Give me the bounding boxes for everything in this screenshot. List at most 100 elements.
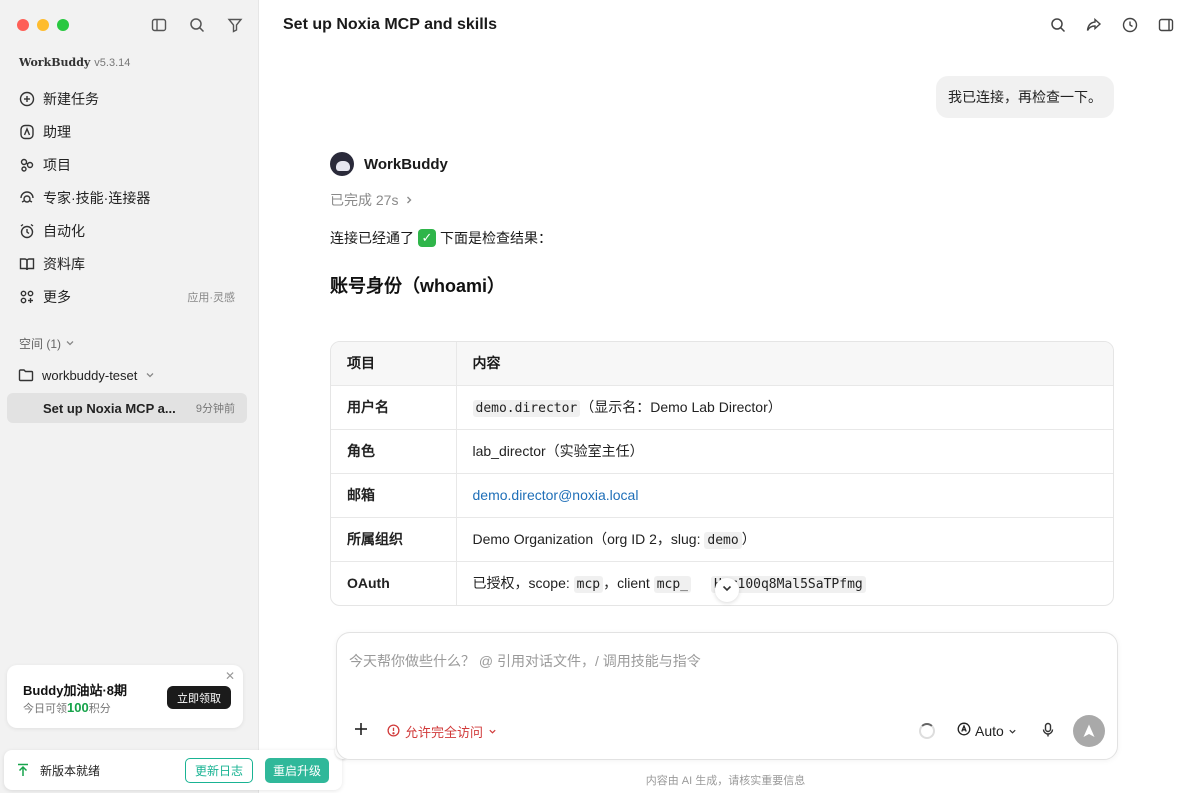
sidebar-item-label: 新建任务 bbox=[43, 90, 99, 107]
sidebar-item-label: 资料库 bbox=[43, 255, 85, 272]
message-input[interactable]: 今天帮你做些什么？ @ 引用对话文件，/ 调用技能与指令 bbox=[349, 651, 701, 671]
model-selector[interactable]: Auto bbox=[957, 722, 1017, 739]
table-row: 用户名 demo.director （显示名：Demo Lab Director） bbox=[331, 385, 1113, 430]
app-name: WorkBuddy bbox=[19, 56, 91, 69]
row-key: 邮箱 bbox=[331, 473, 457, 518]
chevron-down-icon bbox=[145, 370, 155, 380]
share-icon[interactable] bbox=[1085, 16, 1103, 34]
search-icon[interactable] bbox=[188, 16, 206, 34]
assistant-icon bbox=[18, 123, 36, 141]
promo-title: Buddy加油站·8期 bbox=[23, 683, 128, 698]
table-header-row: 项目 内容 bbox=[331, 342, 1113, 386]
claim-button[interactable]: 立即领取 bbox=[167, 686, 231, 709]
workspace-name: workbuddy-teset bbox=[42, 367, 138, 383]
promo-card: Buddy加油站·8期 今日可领100积分 立即领取 ✕ bbox=[7, 665, 243, 728]
session-item-active[interactable]: Set up Noxia MCP a... 9分钟前 bbox=[7, 393, 247, 423]
email-link[interactable]: demo.director@noxia.local bbox=[473, 487, 639, 503]
sidebar-item-library[interactable]: 资料库 bbox=[10, 247, 249, 280]
promo-points: 100 bbox=[67, 700, 89, 715]
table-row: 角色 lab_director（实验室主任） bbox=[331, 429, 1113, 474]
workspace-item[interactable]: workbuddy-teset bbox=[10, 364, 249, 386]
session-time: 9分钟前 bbox=[195, 403, 235, 415]
check-mark-icon: ✓ bbox=[418, 229, 436, 247]
app-version: WorkBuddy v5.3.14 bbox=[19, 56, 130, 69]
column-header: 项目 bbox=[331, 342, 457, 386]
sidebar-item-automation[interactable]: 自动化 bbox=[10, 214, 249, 247]
status-text: 已完成 27s bbox=[330, 192, 399, 208]
folder-icon bbox=[18, 367, 34, 383]
sidebar-item-label: 项目 bbox=[43, 156, 71, 173]
filter-icon[interactable] bbox=[226, 16, 244, 34]
toggle-panel-icon[interactable] bbox=[1157, 16, 1175, 34]
sidebar-item-label: 助理 bbox=[43, 123, 71, 140]
close-icon[interactable]: ✕ bbox=[225, 669, 235, 683]
search-icon[interactable] bbox=[1049, 16, 1067, 34]
message-composer: 今天帮你做些什么？ @ 引用对话文件，/ 调用技能与指令 允许完全访问 Auto bbox=[336, 632, 1118, 760]
assistant-name: WorkBuddy bbox=[364, 155, 448, 173]
chevron-right-icon bbox=[404, 192, 414, 208]
completion-status[interactable]: 已完成 27s bbox=[330, 190, 414, 210]
sidebar-item-assistant[interactable]: 助理 bbox=[10, 115, 249, 148]
access-mode-label: 允许完全访问 bbox=[405, 725, 484, 740]
plus-circle-icon bbox=[18, 90, 36, 108]
update-text: 新版本就绪 bbox=[40, 763, 101, 778]
row-value: 已授权，scope: mcp ，client mcp_ Hsr100q8Mal5Sa… bbox=[456, 561, 1113, 605]
more-grid-icon bbox=[18, 288, 36, 306]
ai-disclaimer: 内容由 AI 生成，请核实重要信息 bbox=[645, 775, 806, 787]
space-header[interactable]: 空间 (1) bbox=[19, 335, 75, 352]
send-button[interactable] bbox=[1073, 715, 1105, 747]
row-value: demo.director@noxia.local bbox=[456, 473, 1113, 518]
add-attachment-icon[interactable] bbox=[353, 721, 369, 737]
changelog-button[interactable]: 更新日志 bbox=[185, 758, 254, 783]
whoami-table: 项目 内容 用户名 demo.director （显示名：Demo Lab Dir… bbox=[330, 341, 1114, 606]
minimize-window-button[interactable] bbox=[37, 19, 49, 31]
access-mode-dropdown[interactable]: 允许完全访问 bbox=[387, 722, 497, 741]
top-toolbar bbox=[1049, 16, 1175, 34]
row-key: 所属组织 bbox=[331, 517, 457, 562]
column-header: 内容 bbox=[456, 342, 1113, 386]
sidebar-item-label: 更多 bbox=[43, 288, 71, 305]
row-value: Demo Organization（org ID 2，slug: demo） bbox=[456, 517, 1113, 562]
row-key: 角色 bbox=[331, 429, 457, 474]
table-row: 所属组织 Demo Organization（org ID 2，slug: de… bbox=[331, 517, 1113, 562]
section-title: 账号身份（whoami） bbox=[330, 276, 506, 296]
sidebar-item-sub: 应用·灵感 bbox=[187, 291, 235, 304]
row-key: OAuth bbox=[331, 561, 457, 605]
assistant-intro: 连接已经通了 ✓ 下面是检查结果： bbox=[330, 229, 552, 247]
book-icon bbox=[18, 255, 36, 273]
chevron-down-icon bbox=[65, 337, 75, 351]
toggle-sidebar-icon[interactable] bbox=[150, 16, 168, 34]
history-clock-icon[interactable] bbox=[1121, 16, 1139, 34]
sidebar-toolbar bbox=[150, 16, 244, 34]
microphone-icon[interactable] bbox=[1041, 722, 1055, 738]
zoom-window-button[interactable] bbox=[57, 19, 69, 31]
experts-icon bbox=[18, 189, 36, 207]
sidebar-item-experts[interactable]: 专家·技能·连接器 bbox=[10, 181, 249, 214]
alarm-clock-icon bbox=[18, 222, 36, 240]
sidebar-item-label: 自动化 bbox=[43, 222, 85, 239]
avatar bbox=[330, 152, 354, 176]
table-row: 邮箱 demo.director@noxia.local bbox=[331, 473, 1113, 518]
assistant-header: WorkBuddy bbox=[330, 152, 448, 176]
sidebar-item-new-task[interactable]: 新建任务 bbox=[10, 82, 249, 115]
close-window-button[interactable] bbox=[17, 19, 29, 31]
scroll-down-button[interactable] bbox=[715, 578, 739, 602]
model-label: Auto bbox=[975, 722, 1004, 739]
row-value: demo.director （显示名：Demo Lab Director） bbox=[456, 385, 1113, 430]
promo-subtitle: 今日可领100积分 bbox=[23, 700, 111, 715]
space-label: 空间 (1) bbox=[19, 337, 62, 351]
chevron-down-icon bbox=[1008, 723, 1017, 739]
session-title: Set up Noxia MCP a... bbox=[43, 400, 176, 416]
upgrade-arrow-icon bbox=[16, 763, 30, 777]
chevron-down-icon bbox=[721, 581, 733, 599]
sidebar-item-more[interactable]: 更多 应用·灵感 bbox=[10, 280, 249, 313]
chevron-down-icon bbox=[488, 724, 497, 739]
row-value: lab_director（实验室主任） bbox=[456, 429, 1113, 474]
top-bar: Set up Noxia MCP and skills bbox=[260, 0, 1191, 50]
sidebar-item-label: 专家·技能·连接器 bbox=[43, 189, 151, 206]
alert-icon bbox=[387, 723, 400, 740]
page-title: Set up Noxia MCP and skills bbox=[283, 16, 497, 33]
sidebar-item-project[interactable]: 项目 bbox=[10, 148, 249, 181]
row-key: 用户名 bbox=[331, 385, 457, 430]
sidebar: WorkBuddy v5.3.14 新建任务 助理 项目 专家·技能·连接器 自动… bbox=[0, 0, 259, 793]
